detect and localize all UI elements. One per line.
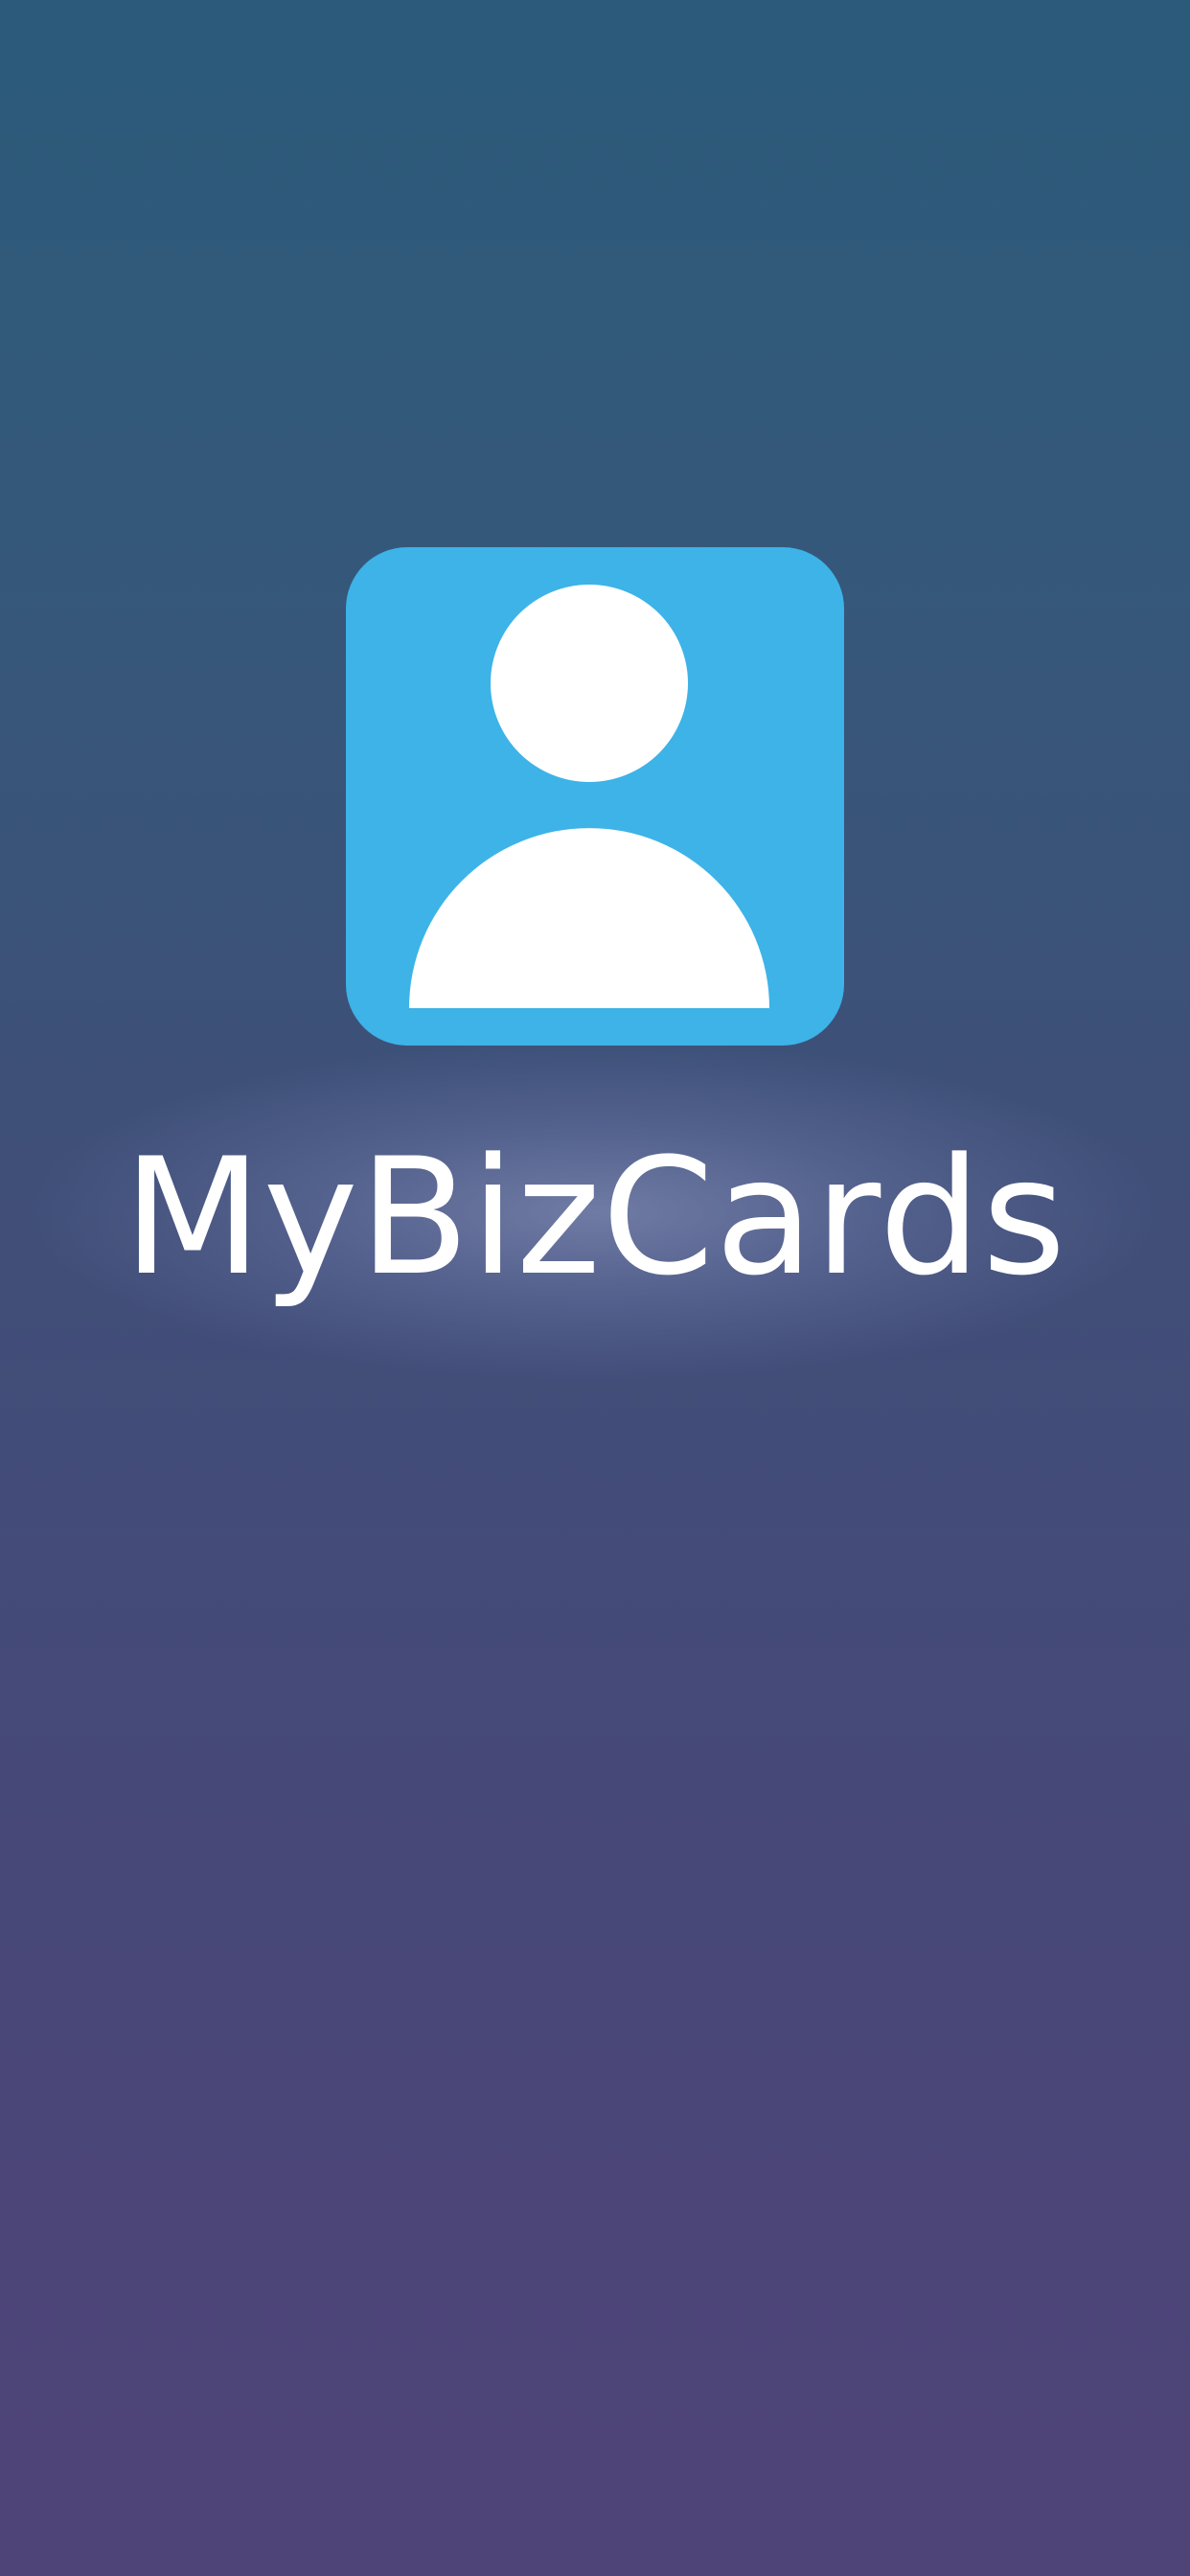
app-logo xyxy=(346,547,844,1046)
splash-screen: MyBizCards xyxy=(0,0,1190,2576)
app-name-title: MyBizCards xyxy=(123,1123,1067,1311)
person-contact-icon xyxy=(409,585,769,1008)
